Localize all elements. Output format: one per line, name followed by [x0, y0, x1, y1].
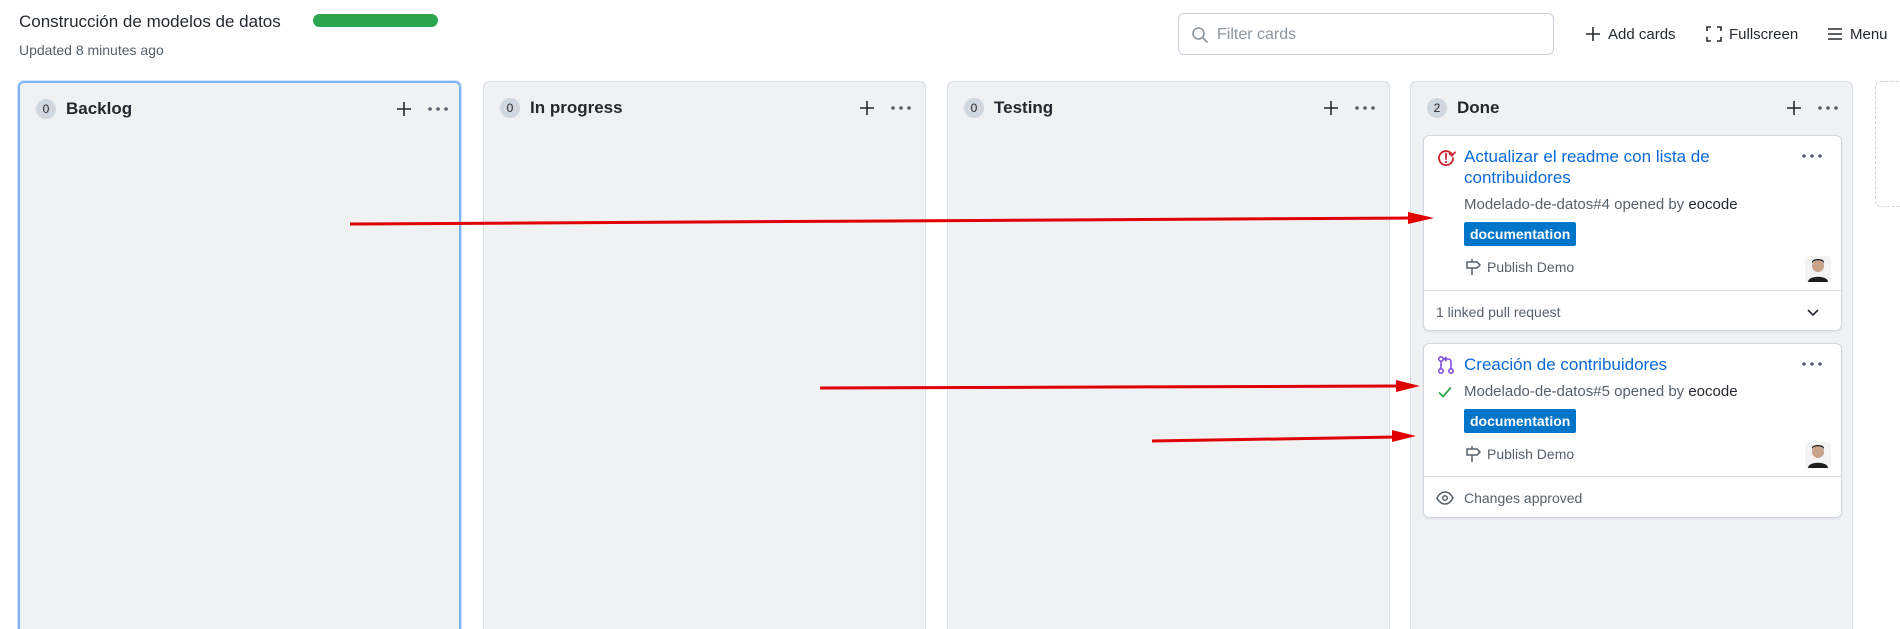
add-card-plus-icon[interactable] — [855, 96, 879, 120]
column-header: 0 Testing — [964, 96, 1053, 120]
column-more-options-icon[interactable] — [887, 96, 915, 120]
project-header: Construcción de modelos de datos Updated… — [0, 0, 1900, 76]
column-more-options-icon[interactable] — [424, 97, 452, 121]
linked-pr-toggle[interactable]: 1 linked pull request — [1424, 290, 1841, 332]
card-more-options-icon[interactable] — [1799, 356, 1825, 372]
column-card-count: 0 — [500, 98, 520, 118]
add-column-placeholder[interactable] — [1875, 81, 1900, 207]
column-card-count: 0 — [36, 99, 56, 119]
column-header: 0 In progress — [500, 96, 623, 120]
column-name: Backlog — [66, 99, 133, 118]
column-card-count: 0 — [964, 98, 984, 118]
linked-pr-label: 1 linked pull request — [1436, 303, 1561, 320]
fullscreen-icon — [1706, 26, 1722, 42]
fullscreen-label: Fullscreen — [1729, 25, 1799, 43]
column-name: Testing — [994, 98, 1054, 117]
avatar-image — [1805, 256, 1831, 282]
column-in-progress[interactable]: 0 In progress — [483, 81, 926, 629]
milestone-link[interactable]: Publish Demo — [1464, 258, 1574, 276]
add-cards-label: Add cards — [1608, 25, 1676, 43]
updated-timestamp: Updated 8 minutes ago — [19, 42, 164, 58]
card-meta: Modelado-de-datos#5 opened by eocode — [1464, 383, 1738, 400]
menu-label: Menu — [1850, 25, 1888, 43]
card-title-link[interactable]: Creación de contribuidores — [1464, 354, 1794, 375]
add-card-plus-icon[interactable] — [1319, 96, 1343, 120]
column-more-options-icon[interactable] — [1814, 96, 1842, 120]
add-card-plus-icon[interactable] — [392, 97, 416, 121]
column-header: 2 Done — [1427, 96, 1500, 120]
menu-button[interactable]: Menu — [1826, 22, 1888, 46]
card-author-link[interactable]: eocode — [1688, 196, 1737, 213]
milestone-icon — [1466, 446, 1482, 462]
column-header: 0 Backlog — [36, 97, 132, 121]
column-testing[interactable]: 0 Testing — [947, 81, 1390, 629]
card-more-options-icon[interactable] — [1799, 148, 1825, 164]
filter-cards-search[interactable] — [1178, 13, 1554, 55]
card-reference: Modelado-de-datos#5 opened by — [1464, 383, 1689, 400]
hamburger-menu-icon — [1828, 28, 1842, 40]
add-cards-button[interactable]: Add cards — [1584, 22, 1676, 46]
avatar-image — [1805, 442, 1831, 468]
card-reference: Modelado-de-datos#4 opened by — [1464, 196, 1689, 213]
issue-card[interactable]: Actualizar el readme con lista de contri… — [1423, 135, 1842, 331]
card-title-link[interactable]: Actualizar el readme con lista de contri… — [1464, 146, 1794, 188]
search-icon — [1192, 27, 1208, 43]
chevron-down-icon — [1807, 309, 1819, 317]
assignee-avatar[interactable] — [1805, 442, 1831, 468]
column-more-options-icon[interactable] — [1351, 96, 1379, 120]
check-icon — [1438, 386, 1452, 398]
column-name: Done — [1457, 98, 1500, 117]
milestone-icon — [1466, 259, 1482, 275]
fullscreen-button[interactable]: Fullscreen — [1705, 22, 1798, 46]
eye-icon — [1436, 490, 1454, 505]
closed-issue-icon — [1438, 150, 1456, 166]
label-documentation[interactable]: documentation — [1464, 409, 1577, 433]
review-status: Changes approved — [1424, 476, 1841, 518]
card-author-link[interactable]: eocode — [1688, 383, 1737, 400]
pull-request-icon — [1437, 355, 1455, 375]
plus-icon — [1586, 27, 1600, 41]
milestone-label: Publish Demo — [1487, 259, 1575, 275]
milestone-label: Publish Demo — [1487, 446, 1575, 462]
pull-request-card[interactable]: Creación de contribuidores Modelado-de-d… — [1423, 343, 1842, 518]
milestone-link[interactable]: Publish Demo — [1464, 445, 1574, 463]
project-progress-bar — [313, 14, 438, 27]
card-meta: Modelado-de-datos#4 opened by eocode — [1464, 196, 1738, 213]
column-card-count: 2 — [1427, 98, 1447, 118]
assignee-avatar[interactable] — [1805, 256, 1831, 282]
column-backlog[interactable]: 0 Backlog — [18, 81, 461, 629]
project-title: Construcción de modelos de datos — [19, 12, 281, 31]
add-card-plus-icon[interactable] — [1782, 96, 1806, 120]
review-status-label: Changes approved — [1464, 489, 1583, 506]
label-documentation[interactable]: documentation — [1464, 222, 1577, 246]
filter-cards-input[interactable] — [1217, 22, 1537, 48]
column-name: In progress — [530, 98, 623, 117]
